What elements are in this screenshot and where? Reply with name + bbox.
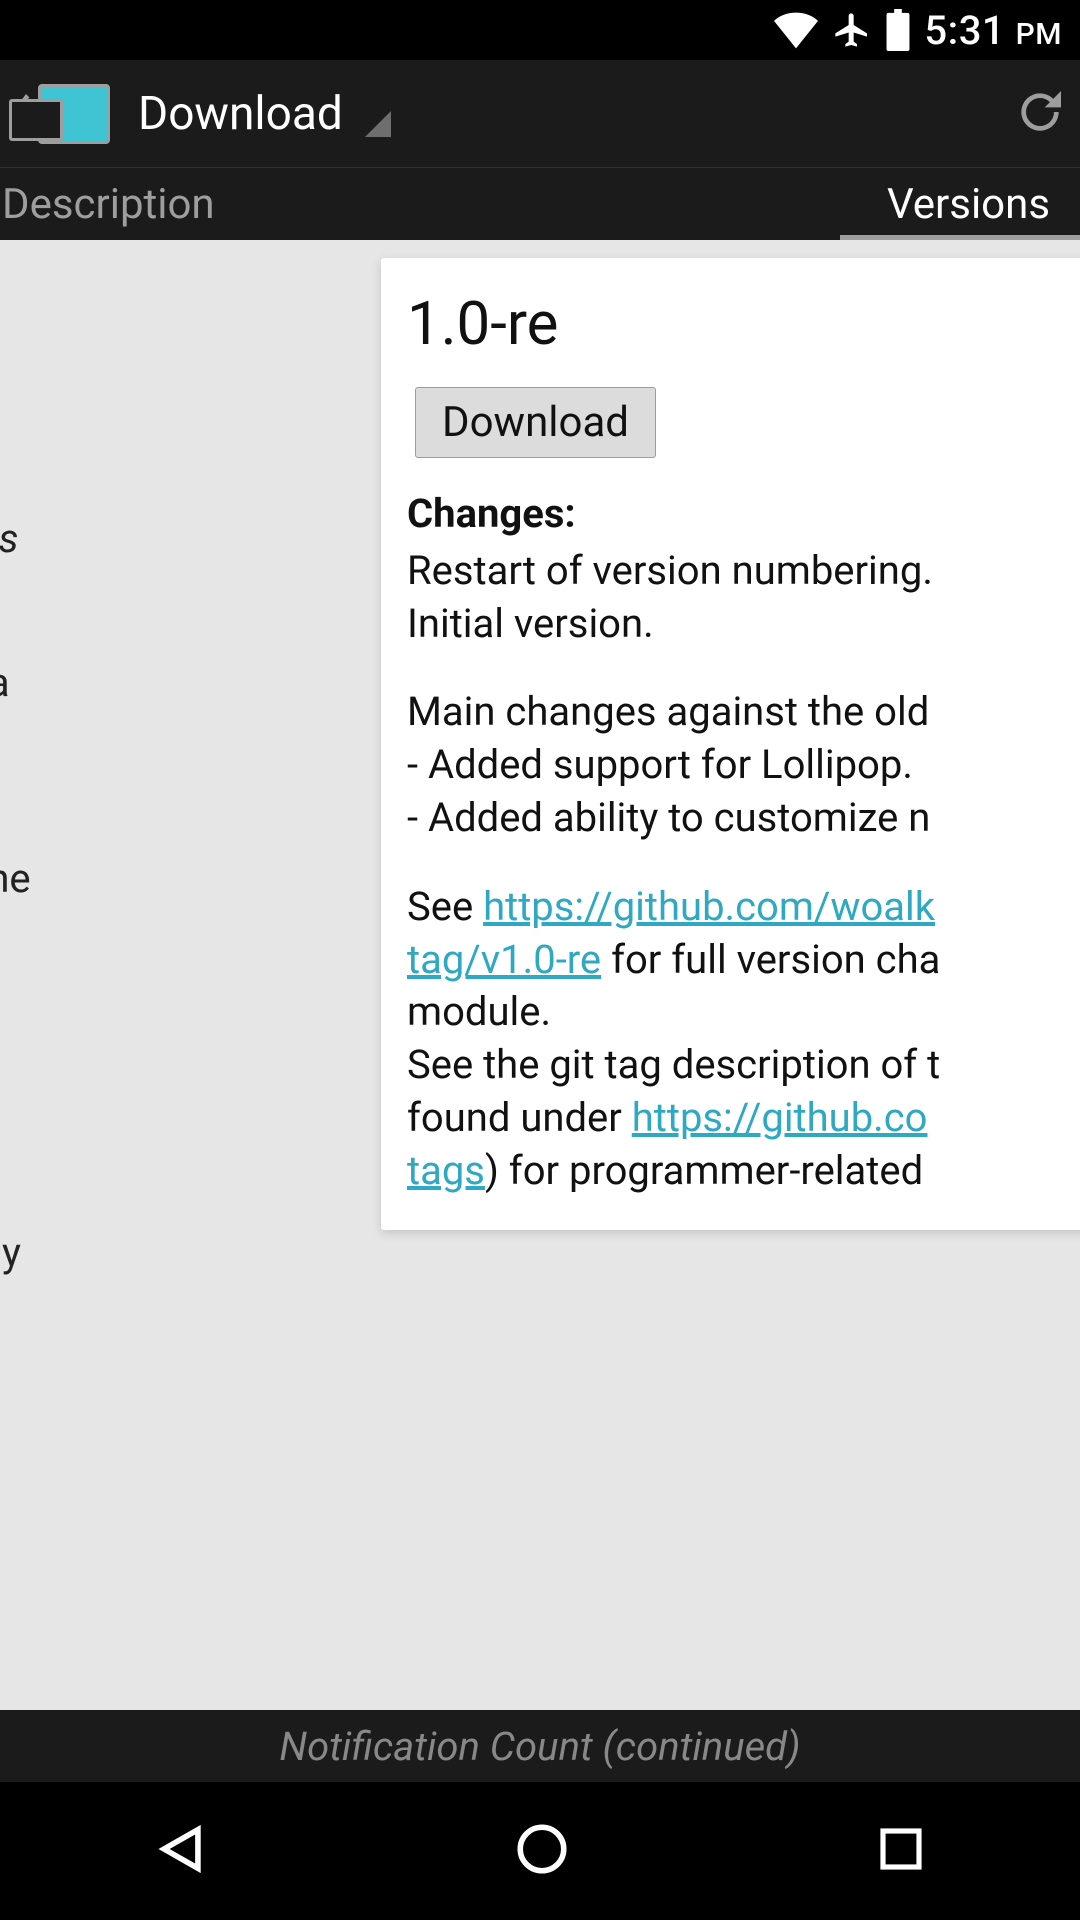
refresh-icon[interactable] [1012, 84, 1068, 144]
status-bar: 5:31 PM [0, 0, 1080, 60]
description-heading: (continued) [0, 262, 336, 328]
version-card: 1.0-re Download Changes: Restart of vers… [381, 258, 1080, 1230]
dropdown-icon [365, 111, 391, 137]
change-line: found under https://github.co [407, 1092, 1075, 1145]
tab-bar: Description Versions [0, 168, 1080, 240]
github-link-1[interactable]: https://github.com/woalk [483, 883, 935, 930]
nav-recent-icon[interactable] [874, 1822, 928, 1880]
change-line: See the git tag description of t [407, 1039, 1075, 1092]
nav-back-icon[interactable] [152, 1820, 210, 1882]
github-link-2[interactable]: https://github.co [632, 1094, 928, 1141]
app-title: Download [138, 87, 343, 141]
github-link-tag[interactable]: tag/v1.0-re [407, 936, 601, 983]
tab-description[interactable]: Description [0, 168, 847, 240]
change-line: - Added support for Lollipop. [407, 739, 1075, 792]
xposed-icon[interactable] [38, 84, 110, 144]
change-line: module. [407, 986, 1075, 1039]
description-panel: (continued) a number next to ification h… [0, 240, 350, 1446]
app-bar: Download [0, 60, 1080, 168]
change-line: tag/v1.0-re for full version cha [407, 934, 1075, 987]
change-line: Main changes against the old [407, 686, 1075, 739]
download-button[interactable]: Download [415, 387, 656, 458]
airplane-icon [832, 10, 872, 50]
nav-bar [0, 1782, 1080, 1920]
change-line: - Added ability to customize n [407, 792, 1075, 845]
change-line: Restart of version numbering. [407, 545, 1075, 598]
status-time: 5:31 PM [924, 7, 1062, 54]
description-body: a number next to ification has a quantit… [0, 370, 336, 1424]
github-link-tags[interactable]: tags [407, 1147, 485, 1194]
app-title-dropdown[interactable]: Download [138, 87, 391, 141]
nav-home-icon[interactable] [513, 1820, 571, 1882]
tab-versions[interactable]: Versions [847, 168, 1080, 240]
change-line: Initial version. [407, 598, 1075, 651]
changes-heading: Changes: [407, 488, 1075, 541]
wifi-icon [774, 11, 818, 49]
version-title: 1.0-re [407, 288, 1075, 359]
battery-icon [886, 9, 910, 51]
change-line: tags) for programmer-related [407, 1145, 1075, 1198]
footer-module-name: Notification Count (continued) [0, 1710, 1080, 1782]
change-line: See https://github.com/woalk [407, 881, 1075, 934]
